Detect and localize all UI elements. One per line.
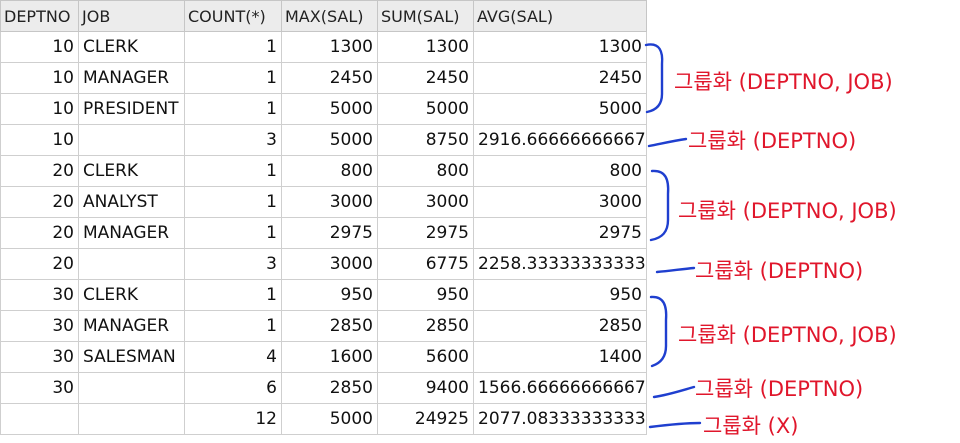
arrow-dept10-subtotal bbox=[647, 137, 688, 148]
annotation-group-dept-20: 그룹화 (DEPTNO) bbox=[695, 259, 864, 283]
annotation-group-none: 그룹화 (X) bbox=[703, 414, 799, 438]
bracket-dept20-jobs bbox=[649, 169, 670, 242]
arrow-grand-total bbox=[648, 421, 702, 429]
annotation-group-dept-10: 그룹화 (DEPTNO) bbox=[688, 129, 857, 153]
annotation-group-dept-job-20: 그룹화 (DEPTNO, JOB) bbox=[678, 199, 897, 223]
annotation-group-dept-job-30: 그룹화 (DEPTNO, JOB) bbox=[678, 323, 897, 347]
bracket-dept30-jobs bbox=[649, 295, 668, 368]
arrow-dept20-subtotal bbox=[655, 266, 696, 274]
arrow-dept30-subtotal bbox=[652, 385, 696, 399]
bracket-dept10-jobs bbox=[644, 43, 664, 114]
annotation-group-dept-30: 그룹화 (DEPTNO) bbox=[695, 377, 864, 401]
annotation-group-dept-job-10: 그룹화 (DEPTNO, JOB) bbox=[674, 70, 893, 94]
